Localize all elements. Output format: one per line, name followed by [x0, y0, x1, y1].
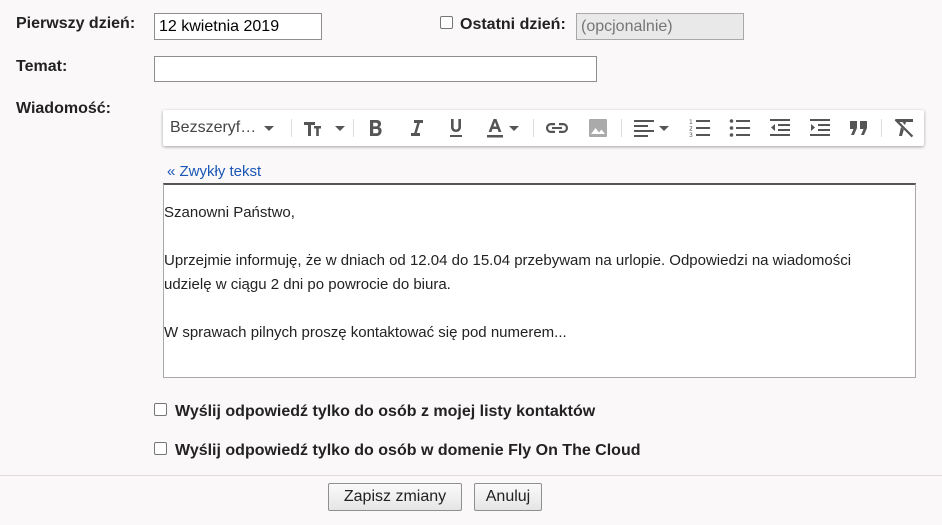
indent-less-button[interactable] — [769, 110, 791, 146]
footer-divider — [0, 475, 942, 476]
cancel-button[interactable]: Anuluj — [474, 483, 542, 511]
message-line: udzielę w ciągu 2 dni po powrocie do biu… — [164, 276, 451, 293]
bulleted-list-icon — [729, 119, 750, 137]
chevron-down-icon — [335, 125, 345, 131]
domain-only-checkbox[interactable] — [154, 442, 167, 455]
toolbar-divider — [533, 119, 534, 137]
toolbar-divider — [881, 119, 882, 137]
chevron-down-icon — [659, 125, 669, 131]
numbered-list-icon: 1 2 3 — [689, 119, 710, 138]
svg-text:3: 3 — [689, 132, 693, 138]
remove-formatting-icon — [894, 118, 914, 138]
align-button[interactable] — [633, 110, 669, 146]
subject-label: Temat: — [16, 58, 68, 75]
italic-icon — [411, 120, 423, 136]
bulleted-list-button[interactable] — [729, 110, 751, 146]
chevron-down-icon — [509, 125, 519, 131]
underline-button[interactable] — [447, 110, 465, 146]
text-size-button[interactable] — [303, 110, 345, 146]
toolbar-divider — [621, 119, 622, 137]
formatting-toolbar: Bezszeryf… 1 2 3 — [163, 110, 924, 146]
contacts-only-label: Wyślij odpowiedź tylko do osób z mojej l… — [175, 403, 596, 420]
domain-only-label: Wyślij odpowiedź tylko do osób w domenie… — [175, 442, 641, 459]
quote-icon — [850, 121, 867, 135]
save-button[interactable]: Zapisz zmiany — [328, 483, 462, 511]
text-color-button[interactable] — [485, 110, 519, 146]
last-day-checkbox[interactable] — [440, 16, 453, 29]
image-icon — [589, 119, 607, 137]
first-day-label: Pierwszy dzień: — [16, 15, 136, 32]
link-icon — [546, 123, 568, 133]
link-button[interactable] — [545, 110, 569, 146]
message-editor[interactable]: Szanowni Państwo, Uprzejmie informuję, ż… — [163, 183, 916, 378]
indent-less-icon — [770, 119, 790, 136]
indent-more-button[interactable] — [809, 110, 831, 146]
bold-icon — [370, 120, 382, 136]
message-line: Szanowni Państwo, — [164, 204, 295, 221]
text-size-icon — [304, 122, 321, 136]
toolbar-divider — [291, 119, 292, 137]
italic-button[interactable] — [407, 110, 425, 146]
image-button[interactable] — [588, 110, 608, 146]
chevron-down-icon — [264, 125, 275, 131]
subject-input[interactable] — [154, 56, 597, 82]
text-color-icon — [487, 119, 503, 138]
remove-formatting-button[interactable] — [893, 110, 915, 146]
align-icon — [634, 120, 654, 137]
last-day-label: Ostatni dzień: — [460, 16, 566, 33]
quote-button[interactable] — [849, 110, 869, 146]
toolbar-divider — [353, 119, 354, 137]
bold-button[interactable] — [367, 110, 385, 146]
first-day-input[interactable] — [154, 13, 322, 40]
indent-more-icon — [810, 119, 830, 136]
numbered-list-button[interactable]: 1 2 3 — [689, 110, 711, 146]
plain-text-link[interactable]: « Zwykły tekst — [167, 163, 261, 180]
message-line: W sprawach pilnych proszę kontaktować si… — [164, 324, 567, 341]
underline-icon — [450, 119, 462, 137]
message-label: Wiadomość: — [16, 100, 111, 117]
font-family-select[interactable]: Bezszeryf… — [170, 110, 275, 146]
contacts-only-checkbox[interactable] — [154, 403, 167, 416]
last-day-input[interactable] — [576, 13, 744, 40]
font-family-value: Bezszeryf… — [170, 119, 257, 136]
message-line: Uprzejmie informuję, że w dniach od 12.0… — [164, 252, 852, 269]
